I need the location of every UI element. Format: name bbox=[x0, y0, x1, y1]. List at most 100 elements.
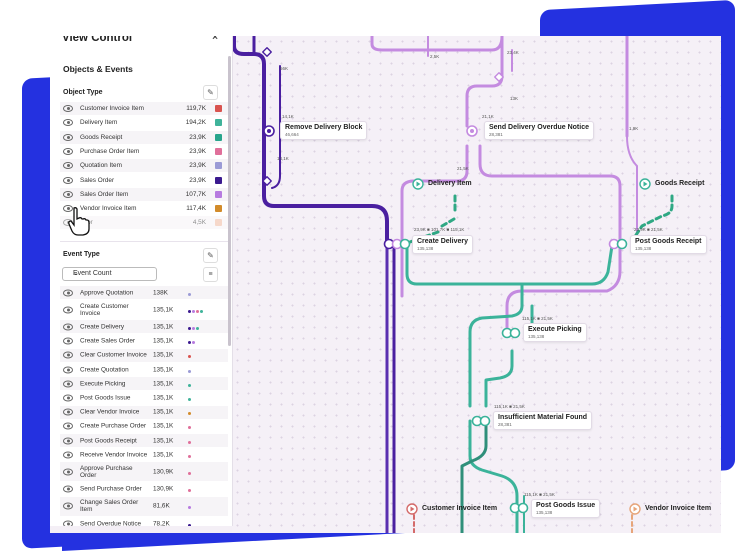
panel-scrollbar[interactable] bbox=[228, 56, 231, 346]
event-type-row[interactable]: Create Purchase Order 135,1K bbox=[60, 420, 228, 433]
event-type-label: Create Customer Invoice bbox=[80, 302, 129, 317]
event-type-label: Post Goods Issue bbox=[80, 394, 131, 402]
event-type-row[interactable]: Receive Vendor Invoice 135,1K bbox=[60, 448, 228, 461]
edit-event-types-icon[interactable]: ✎ bbox=[203, 248, 218, 263]
event-type-title: Event Type bbox=[63, 251, 100, 258]
event-type-row[interactable]: Create Quotation 135,1K bbox=[60, 363, 228, 376]
object-dot bbox=[200, 309, 203, 313]
activity-node-post-goods-issue[interactable]: Post Goods Issue 135,138 bbox=[531, 499, 601, 518]
object-dot bbox=[188, 412, 191, 416]
eye-icon[interactable] bbox=[63, 105, 73, 112]
object-dot bbox=[196, 326, 199, 330]
eye-icon[interactable] bbox=[63, 380, 73, 388]
event-type-row[interactable]: Clear Customer Invoice 135,1K bbox=[60, 348, 228, 362]
eye-icon[interactable] bbox=[63, 176, 73, 184]
object-type-label: Quotation Item bbox=[80, 162, 122, 170]
object-dots bbox=[188, 522, 228, 526]
section-title: Objects & Events bbox=[63, 64, 133, 74]
event-type-row[interactable]: Create Sales Order 135,1K bbox=[60, 335, 228, 348]
object-dots bbox=[188, 368, 228, 373]
object-dot bbox=[188, 471, 191, 475]
event-type-row[interactable]: Post Goods Receipt 135,1K bbox=[60, 434, 228, 447]
color-swatch[interactable] bbox=[215, 147, 222, 155]
color-swatch[interactable] bbox=[215, 205, 222, 213]
edge-label: 23,9K ■ 101,7K ■ 115,1K bbox=[414, 227, 465, 232]
event-type-row[interactable]: Change Sales Order Item 81,6K bbox=[60, 496, 228, 516]
eye-icon[interactable] bbox=[63, 351, 73, 359]
event-count-select[interactable]: Event Count ⌄ bbox=[62, 267, 157, 281]
object-type-row[interactable]: Quotation Item 23,9K bbox=[60, 159, 228, 173]
eye-icon[interactable] bbox=[63, 306, 73, 314]
event-type-count: 135,1K bbox=[153, 323, 174, 331]
process-graph-canvas[interactable]: 56K 14,1K 14,1K 2,5K 23,4K 1,9K 21,1K 13… bbox=[232, 36, 721, 533]
object-start-customer-invoice-item[interactable]: Customer Invoice Item bbox=[422, 505, 497, 512]
object-type-label: Customer Invoice Item bbox=[80, 105, 144, 112]
object-type-row[interactable]: Sales Order 23,9K bbox=[60, 174, 228, 187]
eye-icon[interactable] bbox=[63, 437, 73, 444]
object-start-delivery-item[interactable]: Delivery Item bbox=[428, 180, 472, 187]
event-type-row[interactable]: Send Overdue Notice 78,2K bbox=[60, 517, 228, 526]
color-swatch[interactable] bbox=[215, 190, 222, 198]
object-dot bbox=[192, 326, 195, 330]
sort-icon[interactable]: ≡ bbox=[203, 267, 218, 282]
object-start-vendor-invoice-item[interactable]: Vendor Invoice Item bbox=[645, 505, 711, 512]
color-swatch[interactable] bbox=[215, 219, 222, 227]
eye-icon[interactable] bbox=[63, 502, 73, 510]
object-dots bbox=[188, 396, 228, 401]
event-type-row[interactable]: Post Goods Issue 135,1K bbox=[60, 391, 228, 404]
eye-icon[interactable] bbox=[63, 485, 73, 493]
color-swatch[interactable] bbox=[215, 119, 222, 127]
activity-node-create-delivery[interactable]: Create Delivery 135,138 bbox=[412, 235, 473, 254]
color-swatch[interactable] bbox=[215, 105, 222, 112]
eye-icon[interactable] bbox=[63, 468, 73, 476]
collapse-icon[interactable]: × bbox=[212, 36, 218, 43]
eye-icon[interactable] bbox=[63, 451, 73, 459]
eye-icon[interactable] bbox=[63, 133, 73, 141]
event-type-row[interactable]: Approve Purchase Order 130,9K bbox=[60, 462, 228, 482]
event-type-row[interactable]: Create Delivery 135,1K bbox=[60, 320, 228, 334]
activity-node-post-goods-receipt[interactable]: Post Goods Receipt 135,138 bbox=[630, 235, 707, 254]
edge-label: 21,5K bbox=[457, 166, 469, 171]
object-dots bbox=[188, 453, 228, 458]
object-start-goods-receipt[interactable]: Goods Receipt bbox=[655, 180, 704, 187]
activity-node-execute-picking[interactable]: Execute Picking 135,138 bbox=[523, 323, 587, 342]
edge-label: 23,4K bbox=[507, 50, 519, 55]
event-type-label: Create Purchase Order bbox=[80, 422, 147, 430]
event-type-row[interactable]: Clear Vendor Invoice 135,1K bbox=[60, 405, 228, 419]
color-swatch[interactable] bbox=[215, 176, 222, 184]
eye-icon[interactable] bbox=[63, 147, 73, 155]
activity-node-insufficient-material-found[interactable]: Insufficient Material Found 28,381 bbox=[493, 411, 593, 430]
object-type-row[interactable]: Customer Invoice Item 119,7K bbox=[60, 102, 228, 115]
edge-label: 115,1K ■ 21,5K bbox=[522, 316, 553, 321]
activity-node-remove-delivery-block[interactable]: Remove Delivery Block 46,664 bbox=[280, 121, 368, 140]
eye-icon[interactable] bbox=[63, 520, 73, 526]
object-dot bbox=[188, 369, 191, 373]
eye-icon[interactable] bbox=[63, 408, 73, 416]
object-type-row[interactable]: Delivery Item 194,2K bbox=[60, 116, 228, 129]
object-type-row[interactable]: Purchase Order Item 23,9K bbox=[60, 145, 228, 158]
eye-icon[interactable] bbox=[63, 190, 73, 198]
event-type-label: Approve Purchase Order bbox=[80, 464, 133, 479]
node-title: Create Delivery bbox=[417, 238, 468, 245]
eye-icon[interactable] bbox=[63, 394, 73, 402]
edit-object-types-icon[interactable]: ✎ bbox=[203, 85, 218, 100]
color-swatch[interactable] bbox=[215, 162, 222, 170]
eye-icon[interactable] bbox=[63, 162, 73, 170]
eye-icon[interactable] bbox=[63, 422, 73, 430]
eye-icon[interactable] bbox=[63, 289, 73, 296]
object-type-row[interactable]: Goods Receipt 23,9K bbox=[60, 130, 228, 144]
object-type-row[interactable]: Sales Order Item 107,7K bbox=[60, 187, 228, 201]
event-type-row[interactable]: Create Customer Invoice 135,1K bbox=[60, 300, 228, 319]
color-swatch[interactable] bbox=[215, 133, 222, 141]
eye-icon[interactable] bbox=[63, 119, 73, 127]
eye-icon[interactable] bbox=[63, 337, 73, 345]
event-type-row[interactable]: Execute Picking 135,1K bbox=[60, 377, 228, 391]
activity-node-send-delivery-overdue-notice[interactable]: Send Delivery Overdue Notice 28,381 bbox=[484, 121, 594, 140]
object-dot bbox=[188, 326, 191, 330]
event-type-row[interactable]: Approve Quotation 138K bbox=[60, 286, 228, 299]
eye-icon[interactable] bbox=[63, 366, 73, 373]
object-dot bbox=[188, 506, 191, 510]
eye-icon[interactable] bbox=[63, 323, 73, 331]
event-type-count: 135,1K bbox=[153, 306, 174, 314]
event-type-row[interactable]: Send Purchase Order 130,9K bbox=[60, 483, 228, 496]
